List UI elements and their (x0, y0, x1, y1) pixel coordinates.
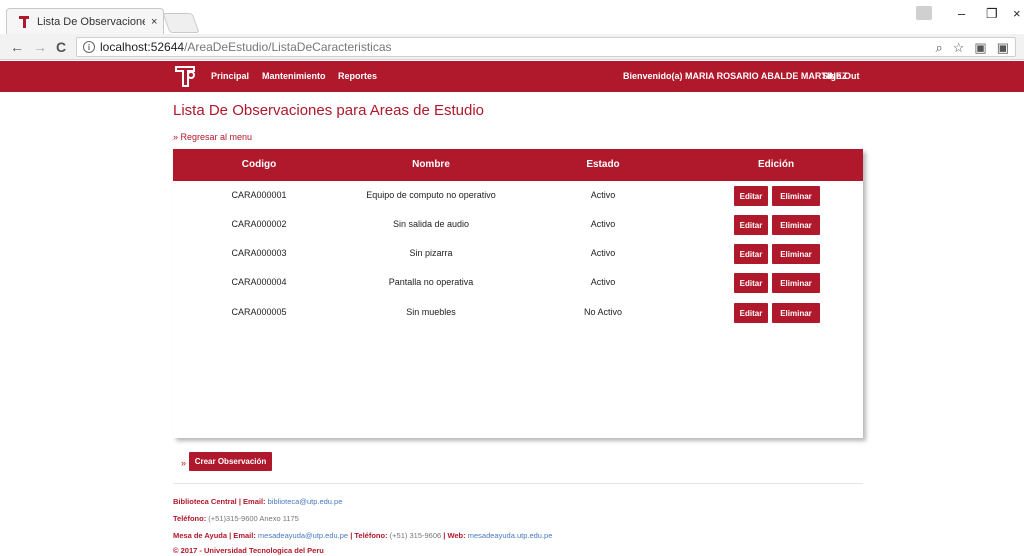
nav-link-principal[interactable]: Principal (211, 71, 249, 81)
minimize-icon[interactable]: – (958, 6, 965, 21)
cell-codigo: CARA000004 (231, 277, 287, 287)
table-row: CARA000004 Pantalla no operativa Activo … (173, 269, 863, 298)
header-edicion: Edición (757, 159, 795, 170)
info-icon[interactable]: i (83, 41, 95, 53)
cell-estado: Activo (590, 277, 616, 287)
url-host: localhost:52644 (100, 40, 185, 54)
footer-helpdesk-label: Mesa de Ayuda | Email: (173, 531, 256, 540)
footer-helpdesk-email-link[interactable]: mesadeayuda@utp.edu.pe (258, 531, 348, 540)
back-to-menu-link[interactable]: » Regresar al menu (173, 132, 252, 142)
edit-button[interactable]: Editar (734, 273, 768, 293)
delete-button[interactable]: Eliminar (772, 303, 820, 323)
header-estado: Estado (586, 159, 620, 170)
tab-title: Lista De Observaciones - (37, 15, 145, 28)
delete-button[interactable]: Eliminar (772, 215, 820, 235)
observations-table: Codigo Nombre Estado Edición CARA000001 … (173, 149, 863, 438)
footer-helpdesk-phone-value: (+51) 315-9606 (389, 531, 442, 540)
header-codigo: Codigo (241, 159, 277, 170)
footer-divider (173, 483, 863, 484)
cell-estado: Activo (590, 219, 616, 229)
footer-phone-label: Teléfono: (173, 514, 207, 523)
nav-link-mantenimiento[interactable]: Mantenimiento (262, 71, 326, 81)
forward-arrow-icon[interactable]: → (33, 39, 47, 55)
edit-button[interactable]: Editar (734, 215, 768, 235)
zoom-icon[interactable]: ⌕ (935, 40, 942, 56)
footer-copyright: © 2017 - Universidad Tecnologica del Per… (173, 546, 324, 555)
edit-button[interactable]: Editar (734, 303, 768, 323)
table-row: CARA000002 Sin salida de audio Activo Ed… (173, 211, 863, 240)
address-bar: ← → C i localhost:52644 /AreaDeEstudio/L… (0, 34, 1024, 60)
tab-strip: Lista De Observaciones - × – ❐ × (0, 0, 1024, 34)
table-row: CARA000003 Sin pizarra Activo Editar Eli… (173, 240, 863, 269)
welcome-user-text: Bienvenido(a) MARIA ROSARIO ABALDE MARTI… (623, 71, 848, 81)
cell-codigo: CARA000005 (231, 307, 287, 317)
header-nombre: Nombre (412, 159, 450, 170)
cell-codigo: CARA000003 (231, 248, 287, 258)
delete-button[interactable]: Eliminar (772, 186, 820, 206)
utp-favicon-icon (17, 15, 31, 29)
footer-copyright-text: © 2017 - Universidad Tecnologica del Per… (173, 546, 324, 555)
create-marker: » (181, 458, 187, 468)
edit-button[interactable]: Editar (734, 186, 768, 206)
page-title: Lista De Observaciones para Areas de Est… (173, 102, 485, 119)
edit-button[interactable]: Editar (734, 244, 768, 264)
url-path: /AreaDeEstudio/ListaDeCaracteristicas (184, 40, 392, 54)
table-row: CARA000005 Sin muebles No Activo Editar … (173, 299, 863, 328)
cell-nombre: Pantalla no operativa (388, 277, 474, 287)
utp-logo-icon[interactable] (173, 64, 197, 88)
new-tab-button[interactable] (162, 13, 200, 33)
restore-icon[interactable]: ❐ (986, 6, 998, 22)
table-row: CARA000001 Equipo de computo no operativ… (173, 182, 863, 211)
extension-icon[interactable]: ▣ (974, 40, 986, 56)
back-arrow-icon[interactable]: ← (10, 39, 24, 55)
cell-estado: Activo (590, 190, 616, 200)
delete-button[interactable]: Eliminar (772, 244, 820, 264)
url-input[interactable]: i localhost:52644 /AreaDeEstudio/ListaDe… (76, 37, 1016, 57)
footer-line-helpdesk: Mesa de Ayuda | Email: mesadeayuda@utp.e… (173, 531, 552, 540)
profile-icon[interactable] (916, 6, 932, 20)
cell-nombre: Sin muebles (406, 307, 456, 317)
cell-codigo: CARA000001 (231, 190, 287, 200)
delete-button[interactable]: Eliminar (772, 273, 820, 293)
tab-close-icon[interactable]: × (151, 16, 157, 28)
nav-link-reportes[interactable]: Reportes (338, 71, 377, 81)
window-close-icon[interactable]: × (1013, 6, 1021, 21)
footer-helpdesk-web-label: | Web: (443, 531, 466, 540)
sign-out-link[interactable]: Sign Out (822, 71, 860, 81)
browser-tab[interactable]: Lista De Observaciones - × (6, 8, 164, 34)
footer-helpdesk-web-link[interactable]: mesadeayuda.utp.edu.pe (468, 531, 553, 540)
footer-library-email-link[interactable]: biblioteca@utp.edu.pe (268, 497, 343, 506)
extension-icon-2[interactable]: ▣ (997, 40, 1009, 56)
footer-line-library: Biblioteca Central | Email: biblioteca@u… (173, 497, 342, 506)
cell-estado: No Activo (583, 307, 623, 317)
table-header: Codigo Nombre Estado Edición (173, 149, 863, 181)
footer-phone-value: (+51)315-9600 Anexo 1175 (208, 514, 299, 523)
bookmark-star-icon[interactable]: ☆ (953, 40, 965, 56)
footer-line-phone: Teléfono: (+51)315-9600 Anexo 1175 (173, 514, 299, 523)
create-observation-button[interactable]: Crear Observación (189, 452, 272, 471)
reload-icon[interactable]: C (56, 39, 66, 55)
cell-estado: Activo (590, 248, 616, 258)
browser-window: Lista De Observaciones - × – ❐ × ← → C i… (0, 0, 1024, 556)
cell-nombre: Sin pizarra (409, 248, 453, 258)
cell-nombre: Sin salida de audio (392, 219, 470, 229)
footer-helpdesk-phone-label: | Teléfono: (350, 531, 388, 540)
cell-codigo: CARA000002 (231, 219, 287, 229)
cell-nombre: Equipo de computo no operativo (366, 190, 496, 200)
footer-library-label: Biblioteca Central | Email: (173, 497, 266, 506)
site-navbar: Principal Mantenimiento Reportes Bienven… (0, 61, 1024, 92)
